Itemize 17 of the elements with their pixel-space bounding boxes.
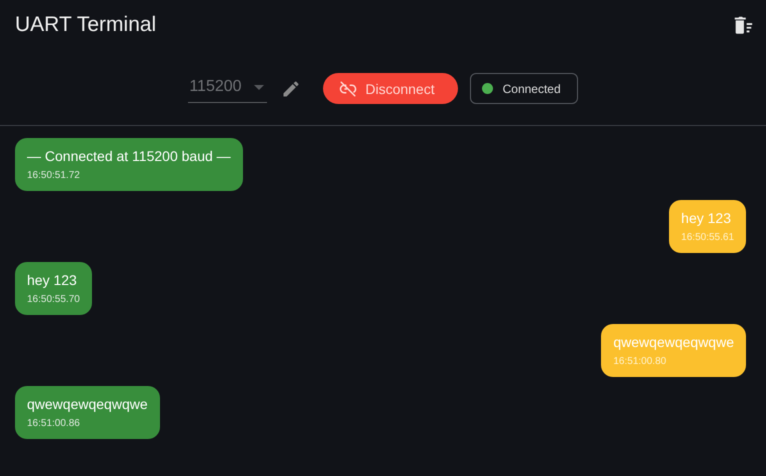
pencil-icon[interactable]: [281, 78, 302, 98]
message-text: hey 123: [681, 210, 732, 226]
app-title: UART Terminal: [15, 13, 156, 37]
message-text: qwewqewqeqwqwe: [27, 396, 148, 412]
clear-list-icon[interactable]: [732, 14, 754, 36]
status-label: Connected: [502, 82, 561, 96]
message-text: qwewqewqeqwqwe: [613, 334, 734, 350]
message-time: 16:51:00.86: [27, 418, 81, 429]
message-time: 16:50:55.61: [681, 232, 734, 243]
message-time: 16:51:00.80: [613, 356, 668, 367]
broken-link-icon: [339, 80, 358, 98]
message-time: 16:50:55.70: [27, 294, 80, 305]
disconnect-button[interactable]: Disconnect: [323, 73, 458, 104]
caret-icon: [254, 84, 264, 90]
message-text: hey 123: [27, 272, 78, 288]
message-text: — Connected at 115200 baud —: [27, 148, 231, 164]
message-time: 16:50:51.72: [27, 170, 81, 181]
